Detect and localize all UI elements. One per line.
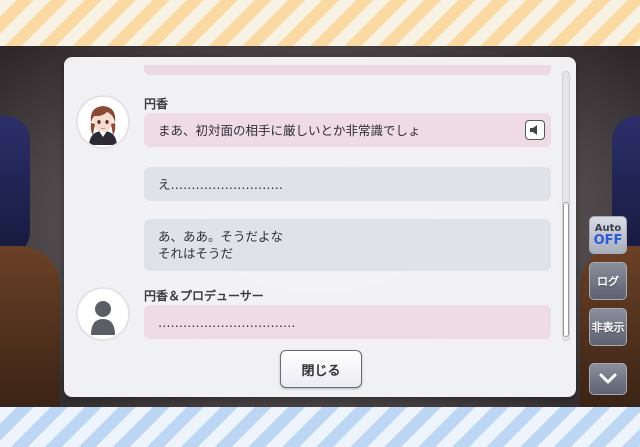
log-scroll-area[interactable]: 円香 まあ、初対面の相手に厳しいとか非常識でしょ え……………………… あ、ああ… [64,57,562,341]
dialogue-text: それはそうだ [158,246,234,261]
dialogue-text: あ、ああ。そうだよな [158,229,284,244]
dialogue-text: …………………………… [158,314,296,330]
advance-button[interactable] [589,363,627,395]
silhouette-icon [78,289,128,339]
auto-state: OFF [593,233,623,248]
log-button[interactable]: ログ [589,262,627,300]
car-window-left [0,116,30,256]
dialogue-bubble: え……………………… [144,167,551,201]
dialogue-bubble: あ、ああ。そうだよな それはそうだ [144,219,551,271]
madoka-portrait-icon [78,97,128,147]
speaker-name: 円香 [144,97,169,111]
scrollbar-thumb[interactable] [563,202,569,337]
auto-toggle-button[interactable]: Auto OFF [589,216,627,254]
speaker-name: 円香＆プロデューサー [144,289,264,303]
decorative-stripe-bottom [0,407,640,447]
voice-replay-button[interactable] [525,120,545,140]
car-seat-left [0,246,60,406]
avatar-silhouette [78,289,128,339]
dialogue-text: え……………………… [158,176,284,192]
avatar-madoka [78,97,128,147]
log-scrollbar[interactable] [562,71,570,341]
previous-entry-bubble [144,65,551,75]
dialogue-bubble: まあ、初対面の相手に厳しいとか非常識でしょ [144,113,551,147]
speaker-icon [530,125,537,135]
dialogue-log-panel: 円香 まあ、初対面の相手に厳しいとか非常識でしょ え……………………… あ、ああ… [64,57,576,397]
dialogue-bubble: …………………………… [144,305,551,339]
dialogue-text: まあ、初対面の相手に厳しいとか非常識でしょ [158,122,421,138]
hide-ui-button[interactable]: 非表示 [589,308,627,346]
chevron-down-icon [599,373,617,384]
close-button[interactable]: 閉じる [280,350,362,388]
decorative-stripe-top [0,0,640,46]
